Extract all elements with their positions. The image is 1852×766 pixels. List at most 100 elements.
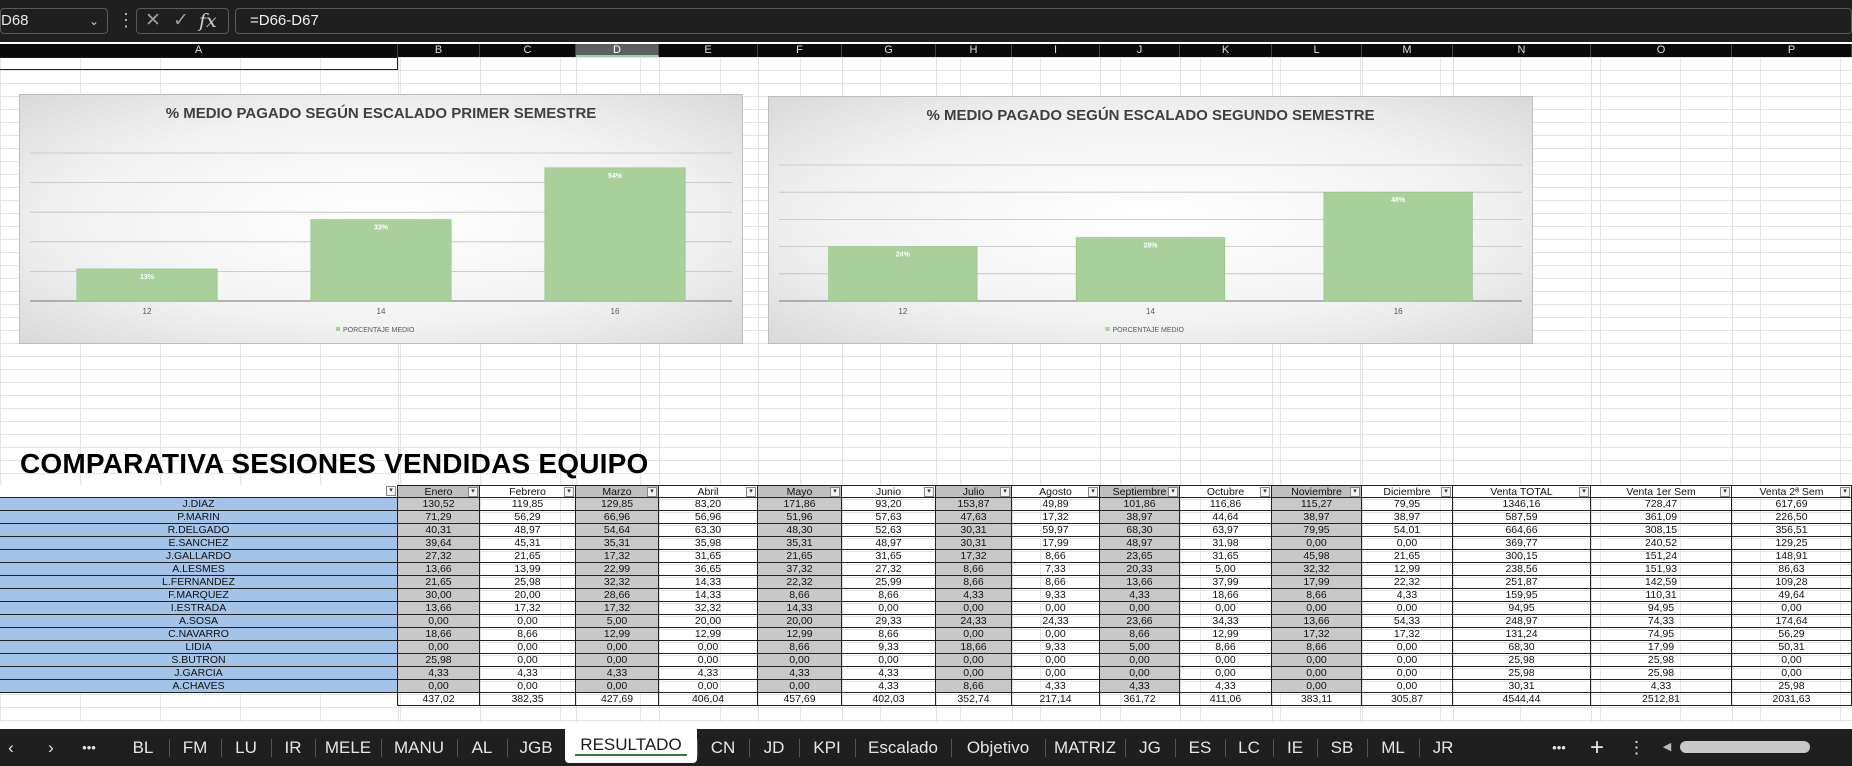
table-cell[interactable]: 151,24	[1591, 550, 1732, 563]
table-cell[interactable]: 56,29	[1732, 628, 1852, 641]
table-cell[interactable]: 305,87	[1362, 693, 1453, 706]
table-cell[interactable]: 12,99	[659, 628, 758, 641]
filter-dropdown-icon[interactable]: ▾	[468, 487, 478, 497]
table-cell[interactable]: 0,00	[1100, 602, 1180, 615]
table-cell[interactable]: Abril ▾	[659, 485, 758, 498]
add-sheet-icon[interactable]: +	[1585, 729, 1609, 766]
filter-dropdown-icon[interactable]: ▾	[746, 487, 756, 497]
table-cell[interactable]: 0,00	[1180, 667, 1272, 680]
formula-input[interactable]: =D66-D67	[235, 8, 1852, 34]
table-cell[interactable]: 0,00	[480, 680, 576, 693]
table-cell[interactable]: 8,66	[758, 589, 842, 602]
table-cell[interactable]: 86,63	[1732, 563, 1852, 576]
table-cell[interactable]: 308,15	[1591, 524, 1732, 537]
table-cell[interactable]: 4,33	[1180, 680, 1272, 693]
merged-cell-a[interactable]	[0, 57, 398, 70]
column-header-k[interactable]: K	[1180, 44, 1272, 57]
table-cell[interactable]: 8,66	[1180, 641, 1272, 654]
table-cell[interactable]: 411,06	[1180, 693, 1272, 706]
sheet-tab-manu[interactable]: MANU	[381, 729, 457, 766]
table-cell[interactable]: 4,33	[1591, 680, 1732, 693]
table-cell[interactable]: 0,00	[480, 615, 576, 628]
more-vertical-icon[interactable]: ⋮	[117, 9, 135, 31]
table-cell[interactable]: 8,66	[936, 576, 1012, 589]
table-cell[interactable]: 129,25	[1732, 537, 1852, 550]
sheet-tab-es[interactable]: ES	[1175, 729, 1225, 766]
table-cell[interactable]: 79,95	[1272, 524, 1362, 537]
table-cell[interactable]: 8,66	[1012, 576, 1100, 589]
table-cell[interactable]: 0,00	[842, 602, 936, 615]
table-cell[interactable]: 13,66	[1272, 615, 1362, 628]
filter-dropdown-icon[interactable]: ▾	[1260, 487, 1270, 497]
table-cell[interactable]: 0,00	[1012, 654, 1100, 667]
table-cell[interactable]: 4,33	[1100, 680, 1180, 693]
table-cell[interactable]: ▾	[0, 485, 398, 498]
cancel-icon[interactable]: ✕	[145, 10, 161, 32]
table-cell[interactable]: 0,00	[480, 654, 576, 667]
table-cell[interactable]: 0,00	[1362, 667, 1453, 680]
filter-dropdown-icon[interactable]: ▾	[1168, 487, 1178, 497]
table-cell[interactable]: 110,31	[1591, 589, 1732, 602]
table-cell[interactable]: 17,32	[480, 602, 576, 615]
table-cell[interactable]: 8,66	[1100, 628, 1180, 641]
table-cell[interactable]: 45,98	[1272, 550, 1362, 563]
table-cell[interactable]: 31,65	[842, 550, 936, 563]
table-cell[interactable]: 383,11	[1272, 693, 1362, 706]
table-cell[interactable]: 1346,16	[1453, 498, 1591, 511]
sheet-tab-mele[interactable]: MELE	[315, 729, 381, 766]
table-cell[interactable]: 0,00	[1100, 667, 1180, 680]
table-cell[interactable]: 24,33	[1012, 615, 1100, 628]
table-cell[interactable]: 131,24	[1453, 628, 1591, 641]
table-cell[interactable]: 101,86	[1100, 498, 1180, 511]
column-header-a[interactable]: A	[0, 44, 398, 57]
table-cell[interactable]: 30,31	[936, 537, 1012, 550]
table-cell[interactable]: 83,20	[659, 498, 758, 511]
table-cell[interactable]: 45,31	[480, 537, 576, 550]
table-cell[interactable]: 251,87	[1453, 576, 1591, 589]
table-cell[interactable]: 728,47	[1591, 498, 1732, 511]
row-name-cell[interactable]: C.NAVARRO	[0, 628, 398, 641]
chevron-down-icon[interactable]: ⌄	[89, 9, 99, 33]
table-cell[interactable]: 0,00	[842, 654, 936, 667]
table-cell[interactable]: 0,00	[1272, 602, 1362, 615]
table-cell[interactable]: 32,32	[659, 602, 758, 615]
column-header-c[interactable]: C	[480, 44, 576, 57]
sheet-tab-kpi[interactable]: KPI	[799, 729, 855, 766]
table-cell[interactable]: 35,98	[659, 537, 758, 550]
table-cell[interactable]: 59,97	[1012, 524, 1100, 537]
row-name-cell[interactable]	[0, 693, 398, 706]
table-cell[interactable]: 14,33	[758, 602, 842, 615]
table-cell[interactable]: 25,98	[1732, 680, 1852, 693]
table-cell[interactable]: 18,66	[936, 641, 1012, 654]
table-cell[interactable]: 17,99	[1272, 576, 1362, 589]
table-cell[interactable]: 18,66	[1180, 589, 1272, 602]
row-name-cell[interactable]: F.MARQUEZ	[0, 589, 398, 602]
table-cell[interactable]: 0,00	[1732, 654, 1852, 667]
sheet-tab-al[interactable]: AL	[457, 729, 507, 766]
table-cell[interactable]: 25,98	[398, 654, 480, 667]
table-cell[interactable]: Febrero ▾	[480, 485, 576, 498]
table-cell[interactable]: 0,00	[936, 602, 1012, 615]
table-cell[interactable]: 21,65	[398, 576, 480, 589]
table-cell[interactable]: 12,99	[1362, 563, 1453, 576]
table-cell[interactable]: 25,98	[1591, 667, 1732, 680]
table-cell[interactable]: 361,09	[1591, 511, 1732, 524]
sheet-tab-jr[interactable]: JR	[1419, 729, 1467, 766]
table-cell[interactable]: 12,99	[758, 628, 842, 641]
table-cell[interactable]: 0,00	[659, 680, 758, 693]
table-cell[interactable]: 369,77	[1453, 537, 1591, 550]
table-cell[interactable]: 35,31	[576, 537, 659, 550]
table-cell[interactable]: 356,51	[1732, 524, 1852, 537]
table-cell[interactable]: 31,65	[1180, 550, 1272, 563]
filter-dropdown-icon[interactable]: ▾	[1720, 487, 1730, 497]
table-cell[interactable]: 29,33	[842, 615, 936, 628]
table-cell[interactable]: 25,99	[842, 576, 936, 589]
chart-bar[interactable]	[544, 167, 686, 302]
table-cell[interactable]: 94,95	[1591, 602, 1732, 615]
table-cell[interactable]: 0,00	[576, 680, 659, 693]
fx-icon[interactable]: fx	[199, 10, 217, 32]
table-cell[interactable]: 8,66	[936, 563, 1012, 576]
table-cell[interactable]: 56,29	[480, 511, 576, 524]
table-cell[interactable]: 2512,81	[1591, 693, 1732, 706]
table-cell[interactable]: 0,00	[936, 667, 1012, 680]
